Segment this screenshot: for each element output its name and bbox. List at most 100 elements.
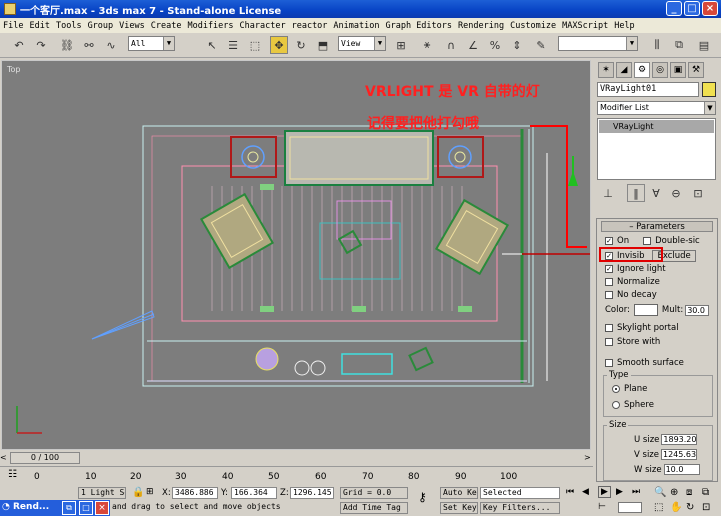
menu-animation[interactable]: Animation <box>333 21 379 31</box>
unlink-icon[interactable]: ⚯ <box>80 36 98 54</box>
menu-modifiers[interactable]: Modifiers <box>187 21 233 31</box>
taskbar-render-item[interactable]: ◔ Rend... <box>2 502 49 512</box>
display-tab-icon[interactable]: ▣ <box>670 62 686 78</box>
modifier-list-dropdown[interactable]: Modifier List ▼ <box>597 101 716 115</box>
key-icon[interactable]: ⚷ <box>418 490 427 504</box>
menu-views[interactable]: Views <box>119 21 145 31</box>
pan-icon[interactable]: ✋ <box>670 502 682 513</box>
v-size-spinner[interactable]: 1245.63 <box>661 449 697 460</box>
menu-create[interactable]: Create <box>151 21 182 31</box>
modifier-stack[interactable]: VRayLight <box>597 118 716 180</box>
maximize-button[interactable]: □ <box>684 1 700 16</box>
key-mode-toggle-icon[interactable]: ⊢ <box>598 502 606 512</box>
menu-graph-editors[interactable]: Graph Editors <box>385 21 452 31</box>
track-bar[interactable]: ☷ 0 10 20 30 40 50 60 70 80 90 100 <box>0 466 593 484</box>
slider-next-icon[interactable]: > <box>584 453 591 462</box>
select-and-scale-icon[interactable]: ⬒ <box>314 36 332 54</box>
add-time-tag[interactable]: Add Time Tag <box>340 502 408 514</box>
mirror-icon[interactable]: ⫼ <box>648 36 666 54</box>
pin-stack-icon[interactable]: ⊥ <box>599 184 617 202</box>
redo-icon[interactable]: ↷ <box>32 36 50 54</box>
zoom-extents-all-icon[interactable]: ⧉ <box>702 487 709 498</box>
menu-file[interactable]: File <box>3 21 23 31</box>
make-unique-icon[interactable]: ∀ <box>647 184 665 202</box>
percent-snap-icon[interactable]: % <box>486 36 504 54</box>
select-and-move-icon[interactable]: ✥ <box>270 36 288 54</box>
menu-rendering[interactable]: Rendering <box>458 21 504 31</box>
mult-spinner[interactable]: 30.0 <box>685 304 710 316</box>
next-frame-icon[interactable]: ▶ <box>616 487 623 497</box>
mini-curve-editor-icon[interactable]: ☷ <box>8 469 17 480</box>
current-frame-field[interactable] <box>618 502 642 513</box>
menu-reactor[interactable]: reactor <box>292 21 328 31</box>
utilities-tab-icon[interactable]: ⚒ <box>688 62 704 78</box>
menu-customize[interactable]: Customize <box>510 21 556 31</box>
select-object-icon[interactable]: ↖ <box>203 36 221 54</box>
top-viewport[interactable]: Top VRLIGHT 是 VR 自带的灯 记得要把他打勾哦 <box>1 60 591 450</box>
stack-item-vraylight[interactable]: VRayLight <box>599 120 714 133</box>
y-coordinate-field[interactable]: 166.364 <box>231 487 277 499</box>
menu-tools[interactable]: Tools <box>56 21 82 31</box>
menu-help[interactable]: Help <box>614 21 634 31</box>
go-to-end-icon[interactable]: ⏭ <box>632 487 640 497</box>
close-button[interactable]: × <box>702 1 718 16</box>
zoom-all-icon[interactable]: ⊕ <box>670 487 678 498</box>
pivot-center-icon[interactable]: ⊞ <box>392 36 410 54</box>
object-name-field[interactable]: VRayLight01 <box>597 82 699 97</box>
normalize-checkbox[interactable] <box>605 278 613 286</box>
taskbar-close-icon[interactable]: × <box>95 501 109 515</box>
play-icon[interactable]: ▶ <box>598 486 611 498</box>
ignore-light-checkbox[interactable]: ✓ <box>605 265 613 273</box>
spinner-snap-icon[interactable]: ⇕ <box>508 36 526 54</box>
double-sided-checkbox[interactable] <box>643 237 652 245</box>
menu-edit[interactable]: Edit <box>29 21 49 31</box>
rollout-header[interactable]: – Parameters <box>601 221 713 232</box>
region-zoom-icon[interactable]: ⬚ <box>654 502 663 513</box>
remove-modifier-icon[interactable]: ⊖ <box>667 184 685 202</box>
menu-group[interactable]: Group <box>88 21 114 31</box>
configure-sets-icon[interactable]: ⊡ <box>689 184 707 202</box>
motion-tab-icon[interactable]: ◎ <box>652 62 668 78</box>
selection-filter-dropdown[interactable]: All ▼ <box>128 36 175 51</box>
modify-tab-icon[interactable]: ◢ <box>616 62 632 78</box>
select-and-rotate-icon[interactable]: ↻ <box>292 36 310 54</box>
minimize-button[interactable]: _ <box>666 1 682 16</box>
time-slider[interactable]: 0 / 100 < > <box>0 452 593 465</box>
zoom-extents-icon[interactable]: ⧈ <box>686 487 692 498</box>
taskbar-minimize-icon[interactable]: ⧉ <box>62 501 76 515</box>
named-selection-icon[interactable]: ✎ <box>532 36 550 54</box>
smooth-surface-checkbox[interactable] <box>605 359 613 367</box>
on-checkbox[interactable]: ✓ <box>605 237 613 245</box>
taskbar-restore-icon[interactable]: □ <box>79 501 93 515</box>
sphere-radio[interactable] <box>612 401 620 409</box>
snap-toggle-icon[interactable]: ∩ <box>442 36 460 54</box>
previous-frame-icon[interactable]: ◀ <box>582 487 589 497</box>
create-tab-icon[interactable]: ✶ <box>598 62 614 78</box>
time-slider-thumb[interactable]: 0 / 100 <box>10 452 80 464</box>
z-coordinate-field[interactable]: 1296.145 <box>290 487 334 499</box>
u-size-spinner[interactable]: 1893.20 <box>661 434 698 445</box>
zoom-icon[interactable]: 🔍 <box>654 487 666 498</box>
rectangle-selection-icon[interactable]: ⬚ <box>246 36 264 54</box>
link-icon[interactable]: ⛓ <box>58 36 76 54</box>
set-key-button[interactable]: Set Key <box>440 502 478 514</box>
x-coordinate-field[interactable]: 3486.886 <box>172 487 218 499</box>
select-and-manipulate-icon[interactable]: ⚹ <box>418 36 436 54</box>
named-selection-sets-dropdown[interactable]: ▼ <box>558 36 638 51</box>
object-color-swatch[interactable] <box>702 82 716 97</box>
light-color-swatch[interactable] <box>633 304 658 316</box>
w-size-spinner[interactable]: 10.0 <box>663 464 700 475</box>
maximize-viewport-icon[interactable]: ⊡ <box>702 502 710 513</box>
no-decay-checkbox[interactable] <box>605 291 613 299</box>
menu-maxscript[interactable]: MAXScript <box>562 21 608 31</box>
arc-rotate-icon[interactable]: ↻ <box>686 502 694 513</box>
plane-radio[interactable] <box>612 385 620 393</box>
key-filters-button[interactable]: Key Filters... <box>480 502 560 514</box>
auto-key-button[interactable]: Auto Key <box>440 487 478 499</box>
align-icon[interactable]: ⧉ <box>670 36 688 54</box>
go-to-start-icon[interactable]: ⏮ <box>566 487 574 497</box>
lock-selection-icon[interactable]: 🔒 <box>132 487 144 498</box>
bind-space-warp-icon[interactable]: ∿ <box>102 36 120 54</box>
angle-snap-icon[interactable]: ∠ <box>464 36 482 54</box>
layer-manager-icon[interactable]: ▤ <box>695 36 713 54</box>
